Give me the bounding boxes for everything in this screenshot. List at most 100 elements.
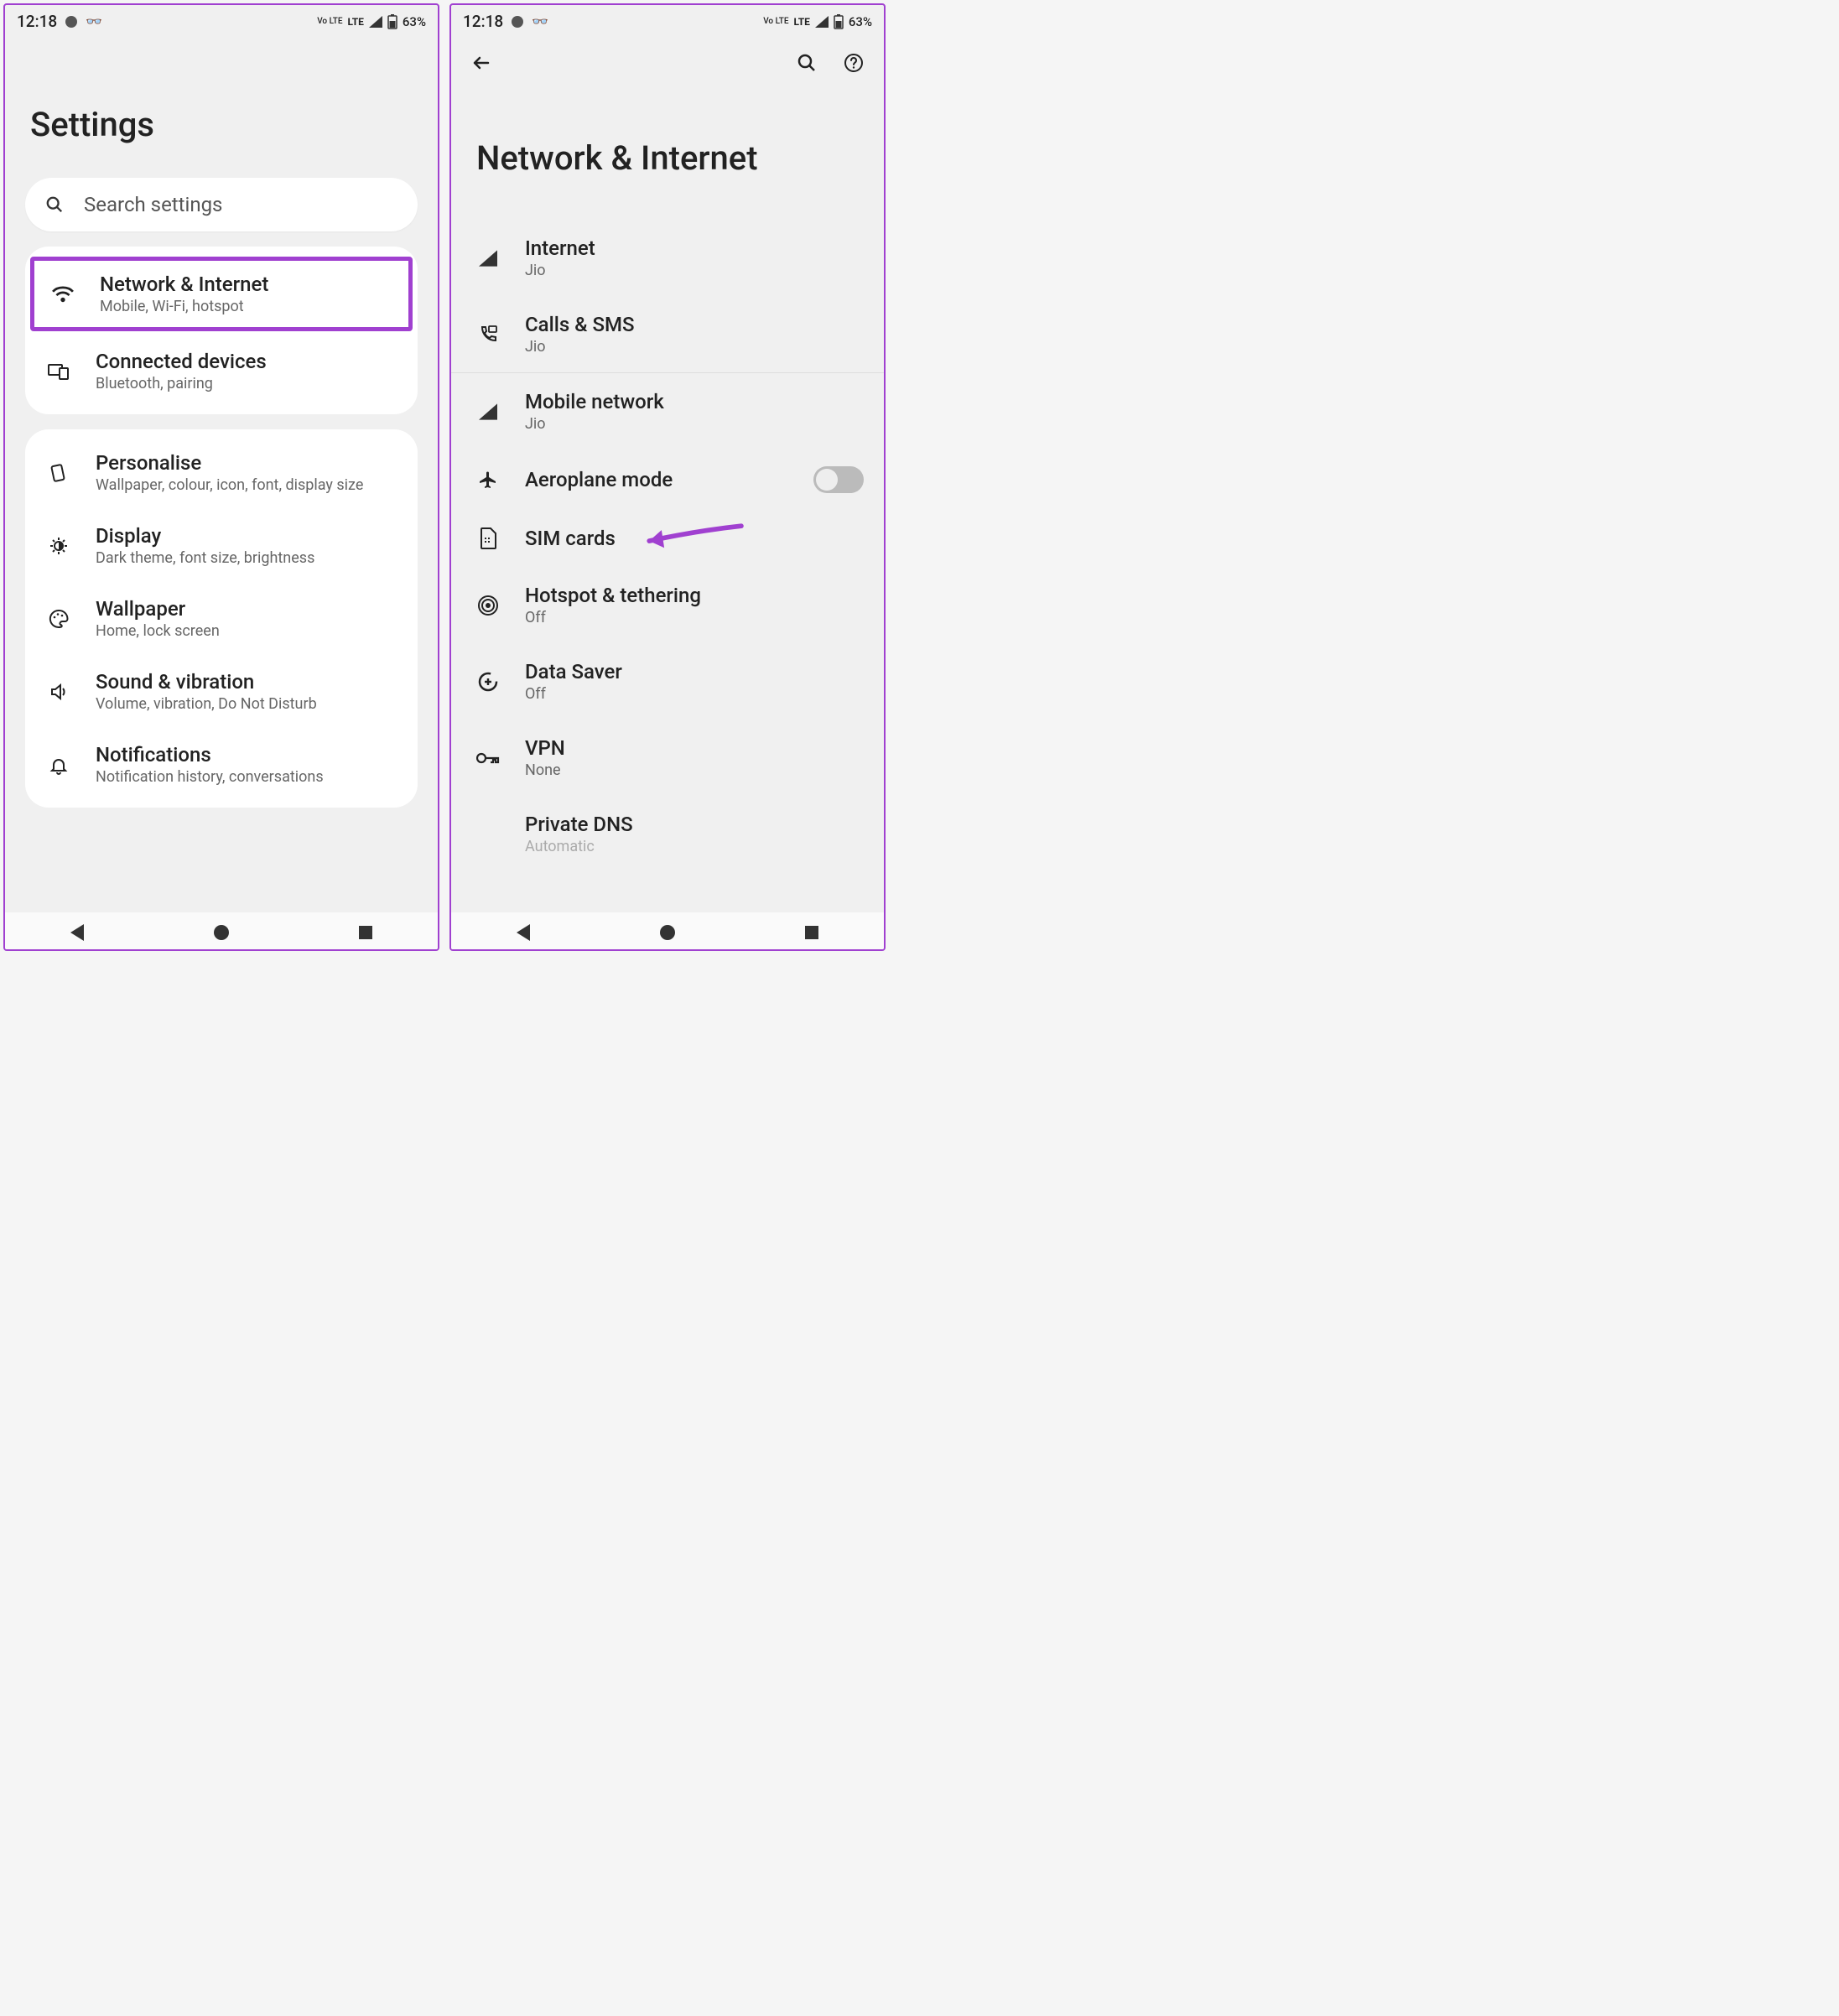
status-lte: LTE [348,16,364,28]
row-display[interactable]: Display Dark theme, font size, brightnes… [25,509,418,582]
search-icon [797,53,817,73]
row-title: Internet [525,236,864,260]
status-battery-pct: 63% [849,14,872,29]
sunglasses-icon: 👓 [532,13,548,29]
row-sub: Jio [525,415,864,433]
status-volte: Vo LTE [763,18,788,26]
status-dot-icon [512,16,523,28]
phone-network: 12:18 👓 Vo LTE LTE 63% Network & Interne… [449,3,886,951]
phone-sms-icon [478,325,498,345]
row-title: Wallpaper [96,597,401,621]
nav-home-icon[interactable] [214,925,229,940]
status-time: 12:18 [463,12,503,31]
row-sub: Bluetooth, pairing [96,375,401,392]
vpn-key-icon [476,751,500,765]
sound-icon [49,682,69,702]
search-icon [45,195,64,214]
status-lte: LTE [794,16,810,28]
status-battery-pct: 63% [403,14,426,29]
help-button[interactable] [837,46,870,80]
status-time: 12:18 [17,12,57,31]
row-sub: Home, lock screen [96,622,401,640]
bell-icon [49,755,69,775]
row-sub: Dark theme, font size, brightness [96,549,401,567]
row-title: Connected devices [96,350,401,373]
row-title: Personalise [96,451,401,475]
brightness-icon [49,536,69,556]
status-dot-icon [65,16,77,28]
row-vpn[interactable]: VPNNone [451,720,884,796]
row-mobile-network[interactable]: Mobile network Jio [451,373,884,449]
search-settings[interactable]: Search settings [25,178,418,231]
status-bar: 12:18 👓 Vo LTE LTE 63% [5,5,438,38]
row-sim-cards[interactable]: SIM cards [451,510,884,567]
row-sub: None [525,761,864,779]
wifi-icon [52,286,74,303]
settings-group-connectivity: Network & Internet Mobile, Wi-Fi, hotspo… [25,247,418,414]
row-title: Network & Internet [100,273,397,296]
aeroplane-toggle[interactable] [813,466,864,493]
signal-icon [369,16,382,28]
battery-icon [834,14,844,29]
nav-back-icon[interactable] [517,924,530,941]
row-title: Aeroplane mode [525,468,793,491]
devices-icon [48,363,70,380]
row-title: Sound & vibration [96,670,401,694]
search-button[interactable] [790,46,823,80]
row-title: Private DNS [525,813,864,836]
row-data-saver[interactable]: Data Saver Off [451,643,884,720]
row-aeroplane-mode[interactable]: Aeroplane mode [451,449,884,510]
battery-icon [387,14,397,29]
status-bar: 12:18 👓 Vo LTE LTE 63% [451,5,884,38]
row-hotspot[interactable]: Hotspot & tethering Off [451,567,884,643]
row-title: Notifications [96,743,401,766]
row-calls-sms[interactable]: Calls & SMSJio [451,296,884,372]
row-title: Data Saver [525,660,864,683]
row-title: Hotspot & tethering [525,584,864,607]
app-bar [451,38,884,88]
nav-back-icon[interactable] [70,924,84,941]
row-connected-devices[interactable]: Connected devices Bluetooth, pairing [25,335,418,408]
row-sub: Volume, vibration, Do Not Disturb [96,695,401,713]
row-title: Calls & SMS [525,313,864,336]
sim-icon [479,527,497,549]
data-saver-icon [477,671,499,693]
row-sub: Jio [525,262,864,279]
sunglasses-icon: 👓 [86,13,102,29]
signal-full-icon [479,403,497,420]
personalise-icon [49,463,69,483]
row-sub: Automatic [525,838,864,855]
row-sub: Notification history, conversations [96,768,401,786]
signal-icon [815,16,829,28]
status-volte: Vo LTE [317,18,342,26]
android-navbar [5,912,438,949]
arrow-back-icon [471,53,491,73]
hotspot-icon [477,595,499,616]
row-personalise[interactable]: Personalise Wallpaper, colour, icon, fon… [25,436,418,509]
row-title: SIM cards [525,527,864,550]
row-private-dns[interactable]: Private DNS Automatic [451,796,884,859]
row-internet[interactable]: Internet Jio [451,220,884,296]
row-network-internet[interactable]: Network & Internet Mobile, Wi-Fi, hotspo… [30,257,413,331]
row-sub: Mobile, Wi-Fi, hotspot [100,298,397,315]
back-button[interactable] [465,46,498,80]
palette-icon [49,609,69,629]
airplane-icon [478,470,498,490]
nav-recents-icon[interactable] [805,926,818,939]
row-sub: Off [525,609,864,626]
nav-home-icon[interactable] [660,925,675,940]
android-navbar [451,912,884,949]
phone-settings: 12:18 👓 Vo LTE LTE 63% Settings Search s… [3,3,439,951]
row-title: Display [96,524,401,548]
row-title: VPN [525,736,864,760]
row-title: Mobile network [525,390,864,413]
row-sub: Wallpaper, colour, icon, font, display s… [96,476,401,494]
row-wallpaper[interactable]: Wallpaper Home, lock screen [25,582,418,655]
row-notifications[interactable]: Notifications Notification history, conv… [25,728,418,801]
page-title: Settings [5,38,438,178]
nav-recents-icon[interactable] [359,926,372,939]
row-sub: Off [525,685,864,703]
settings-group-display: Personalise Wallpaper, colour, icon, fon… [25,429,418,808]
row-sound[interactable]: Sound & vibration Volume, vibration, Do … [25,655,418,728]
network-list: InternetJio Calls & SMSJio Mobile networ… [451,220,884,859]
